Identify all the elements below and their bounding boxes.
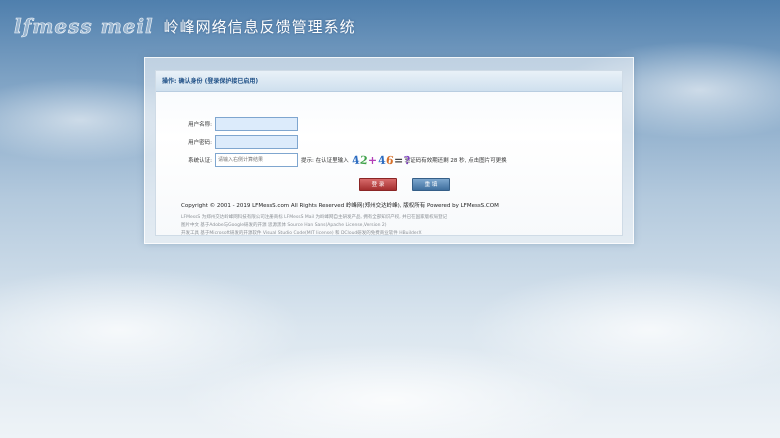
captcha-tip-suffix: 验证码有效期还剩 28 秒, 点击图片可更换 <box>404 158 507 164</box>
captcha-tip: 提示: 在认证里输入 42+46=? 验证码有效期还剩 28 秒, 点击图片可更… <box>301 153 507 167</box>
copyright-text: Copyright © 2001 - 2019 LFMessS.com All … <box>181 203 499 209</box>
brand-header: lfmess meil 岭峰网络信息反馈管理系统 <box>14 14 356 39</box>
captcha-row: 系统认证: 提示: 在认证里输入 42+46=? 验证码有效期还剩 28 秒, … <box>156 153 622 167</box>
login-panel-inner: 操作: 确认身份 (登录保护接已启用) 用户名称: 用户密码: 系统认证: 提示… <box>155 70 623 236</box>
captcha-char: + <box>367 153 378 167</box>
footer-note-tools: 开发工具 基于Microsoft研发的开源软件 Visual Studio Co… <box>181 231 422 236</box>
captcha-char: = <box>393 153 404 167</box>
username-label: 用户名称: <box>188 122 212 128</box>
brand-logo: lfmess meil <box>14 14 154 39</box>
footer-notes: LFMessS 为郑州交达岭峰网科技有限公司注册商标 LFMessS Mail … <box>181 214 447 238</box>
footer-note-font: 图片中文 基于Adobe与Google研发的开源 思源黑体 Source Han… <box>181 223 387 228</box>
username-row: 用户名称: <box>156 117 622 131</box>
captcha-image[interactable]: 42+46=? <box>351 153 412 167</box>
panel-header: 操作: 确认身份 (登录保护接已启用) <box>156 71 622 92</box>
footer-note-trademark: LFMessS 为郑州交达岭峰网科技有限公司注册商标 LFMessS Mail … <box>181 215 448 220</box>
password-label: 用户密码: <box>188 140 212 146</box>
captcha-char: ? <box>403 153 412 167</box>
password-row: 用户密码: <box>156 135 622 149</box>
login-panel: 操作: 确认身份 (登录保护接已启用) 用户名称: 用户密码: 系统认证: 提示… <box>144 57 634 244</box>
username-input[interactable] <box>215 117 298 131</box>
captcha-tip-prefix: 提示: 在认证里输入 <box>301 158 349 164</box>
login-button[interactable]: 登 录 <box>359 178 397 191</box>
captcha-input[interactable] <box>215 153 298 167</box>
system-title: 岭峰网络信息反馈管理系统 <box>163 17 356 36</box>
captcha-label: 系统认证: <box>188 158 212 164</box>
reset-button[interactable]: 重 填 <box>412 178 450 191</box>
password-input[interactable] <box>215 135 298 149</box>
